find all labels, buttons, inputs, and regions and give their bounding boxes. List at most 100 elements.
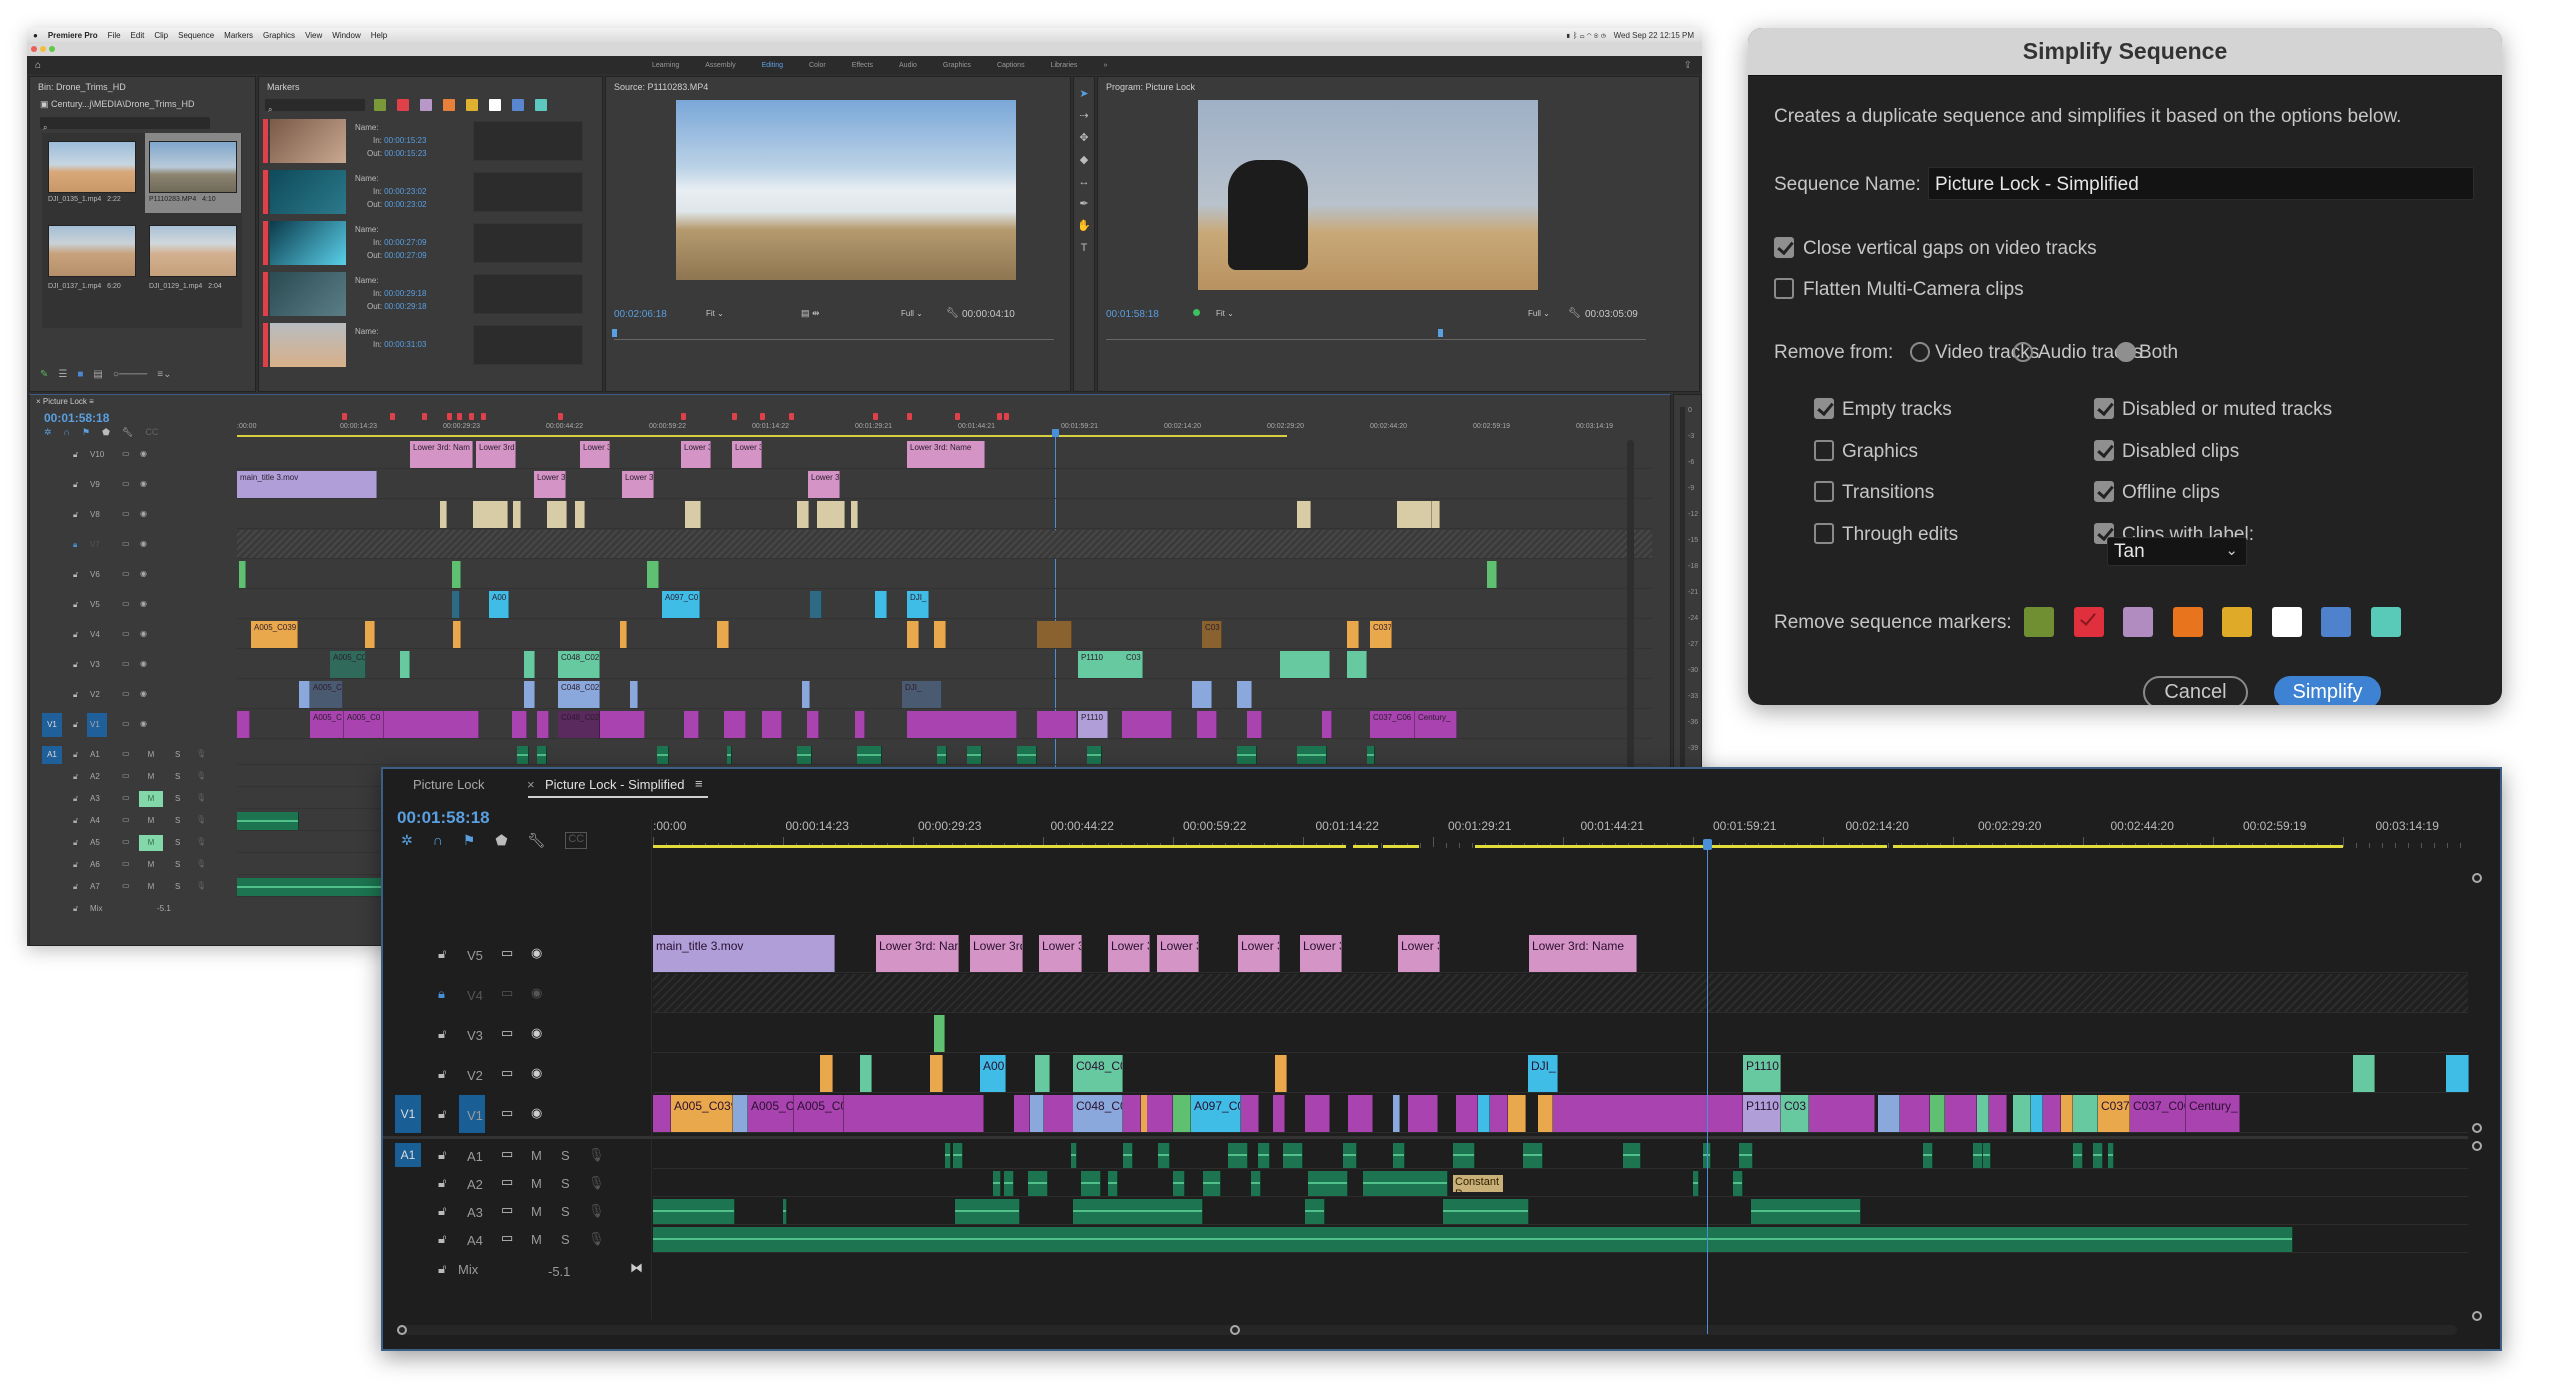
clip[interactable] — [855, 711, 865, 738]
lock-icon[interactable]: 🔓︎ — [73, 600, 78, 610]
track-select-tool-icon[interactable]: ⇢ — [1074, 105, 1094, 127]
clip[interactable] — [1408, 1095, 1438, 1132]
sync-lock-icon[interactable]: ▭ — [122, 539, 130, 548]
clip[interactable]: C03 — [1123, 651, 1143, 678]
clip[interactable] — [844, 1095, 984, 1132]
clip[interactable] — [1347, 651, 1367, 678]
snap-icon[interactable]: ∩ — [64, 427, 70, 438]
unlock-icon[interactable]: 🔓︎ — [438, 946, 446, 962]
lock-icon[interactable]: 🔓︎ — [73, 450, 78, 460]
audio-clip[interactable] — [1073, 1199, 1203, 1224]
mic-icon[interactable]: 🎙︎ — [196, 837, 206, 846]
clip[interactable]: DJI_ — [1528, 1055, 1558, 1092]
clip[interactable] — [1280, 651, 1330, 678]
sync-lock-icon[interactable]: ▭ — [501, 1146, 513, 1162]
eye-icon[interactable]: ◉ — [140, 569, 147, 578]
lock-icon[interactable]: 🔓︎ — [73, 882, 78, 892]
marker-color-swatch[interactable] — [2172, 607, 2203, 637]
clip[interactable] — [524, 651, 535, 678]
scroll-handle-right[interactable] — [1230, 1325, 1240, 1335]
mix-value[interactable]: -5.1 — [548, 1264, 570, 1279]
mix-value[interactable]: -5.1 — [157, 904, 171, 913]
clip[interactable] — [1014, 1095, 1030, 1132]
clip[interactable] — [1490, 1095, 1508, 1132]
menu-graphics[interactable]: Graphics — [263, 31, 295, 40]
clip[interactable]: Century_ — [1415, 711, 1457, 738]
clip[interactable] — [630, 681, 638, 708]
horizontal-scrollbar[interactable] — [397, 1325, 2457, 1335]
clip[interactable]: Lower 3 — [534, 471, 566, 498]
clip[interactable] — [802, 681, 810, 708]
clip[interactable] — [1977, 1095, 1989, 1132]
insert-icon[interactable]: ▤ ⇹ — [801, 308, 820, 319]
audio-clip[interactable] — [783, 1199, 787, 1224]
audio-clip[interactable] — [937, 746, 947, 764]
workspace-more[interactable]: » — [1103, 62, 1107, 69]
clip[interactable]: Lower 3 — [1300, 935, 1342, 972]
audio-clip[interactable] — [1228, 1143, 1248, 1168]
audio-clip[interactable] — [945, 1143, 951, 1168]
audio-clip[interactable] — [1523, 1143, 1543, 1168]
tab-picture-lock[interactable]: Picture Lock — [413, 777, 485, 792]
audio-clip[interactable] — [1237, 746, 1257, 764]
audio-clip[interactable] — [1173, 1171, 1185, 1196]
clip[interactable] — [1347, 621, 1359, 648]
unlock-icon[interactable]: 🔓︎ — [438, 1203, 446, 1219]
source-patch-a1[interactable]: A1 — [42, 746, 62, 764]
clip[interactable] — [647, 561, 659, 588]
mic-icon[interactable]: 🎙︎ — [196, 815, 206, 824]
clip[interactable] — [1456, 1095, 1478, 1132]
clip[interactable] — [512, 711, 527, 738]
eye-icon[interactable]: ◉ — [140, 689, 147, 698]
minimize-window-button[interactable] — [40, 46, 46, 52]
scroll-handle-left[interactable] — [397, 1325, 407, 1335]
lock-icon[interactable]: 🔓︎ — [73, 794, 78, 804]
clip[interactable] — [717, 621, 729, 648]
zoom-slider[interactable]: ○──── — [113, 369, 147, 380]
clip[interactable]: DJI_ — [907, 591, 929, 618]
menu-help[interactable]: Help — [371, 31, 387, 40]
vertical-scrollbar[interactable] — [2472, 873, 2482, 1333]
clip[interactable] — [1237, 681, 1252, 708]
bin-thumb-2[interactable] — [48, 225, 136, 277]
bin-thumb-3[interactable] — [149, 225, 237, 277]
solo-button[interactable]: S — [561, 1204, 570, 1219]
audio-clip[interactable] — [1367, 746, 1375, 764]
clip[interactable]: Lower 3 — [808, 471, 840, 498]
clip[interactable] — [620, 621, 627, 648]
workspace-libraries[interactable]: Libraries — [1051, 62, 1078, 69]
icon-view-icon[interactable]: ■ — [77, 369, 83, 380]
audio-clip[interactable] — [857, 746, 882, 764]
audio-clip[interactable] — [727, 746, 732, 764]
audio-clip[interactable] — [1017, 746, 1037, 764]
lock-icon[interactable]: 🔓︎ — [73, 860, 78, 870]
app-menu[interactable]: Premiere Pro — [48, 31, 98, 40]
source-scrubber[interactable] — [614, 339, 1054, 340]
sync-lock-icon[interactable]: ▭ — [122, 793, 130, 802]
clip[interactable] — [1553, 1095, 1743, 1132]
sequence-marker[interactable] — [997, 413, 1002, 420]
lock-icon[interactable]: 🔓︎ — [73, 838, 78, 848]
marker-color-swatch[interactable] — [2123, 607, 2153, 637]
marker-row[interactable]: Name: In: 00:00:27:09 Out: 00:00:27:09 — [263, 221, 583, 269]
clip[interactable]: Lower 3rd — [970, 935, 1023, 972]
sequence-marker[interactable] — [558, 413, 563, 420]
source-quality-select[interactable]: Full ⌄ — [901, 309, 923, 318]
pencil-icon[interactable]: ✎ — [40, 369, 48, 380]
lock-icon[interactable]: 🔓︎ — [73, 570, 78, 580]
label-select[interactable]: Tan ⌄ — [2107, 537, 2247, 566]
eye-icon[interactable]: ◉ — [140, 509, 147, 518]
clip[interactable] — [1322, 711, 1332, 738]
clip[interactable] — [1508, 1095, 1526, 1132]
clip[interactable] — [1478, 1095, 1490, 1132]
clip[interactable] — [365, 621, 375, 648]
clip[interactable] — [1241, 1095, 1259, 1132]
clip[interactable] — [851, 501, 858, 528]
mix-collapse-icon[interactable]: ⧓ — [630, 1260, 643, 1276]
marker-comment-box[interactable] — [473, 325, 583, 365]
work-area-bar[interactable] — [1353, 845, 1378, 848]
unlock-icon[interactable]: 🔓︎ — [438, 1066, 446, 1082]
clip[interactable] — [1305, 1095, 1330, 1132]
clip[interactable] — [934, 621, 946, 648]
mute-button[interactable]: M — [531, 1204, 542, 1219]
